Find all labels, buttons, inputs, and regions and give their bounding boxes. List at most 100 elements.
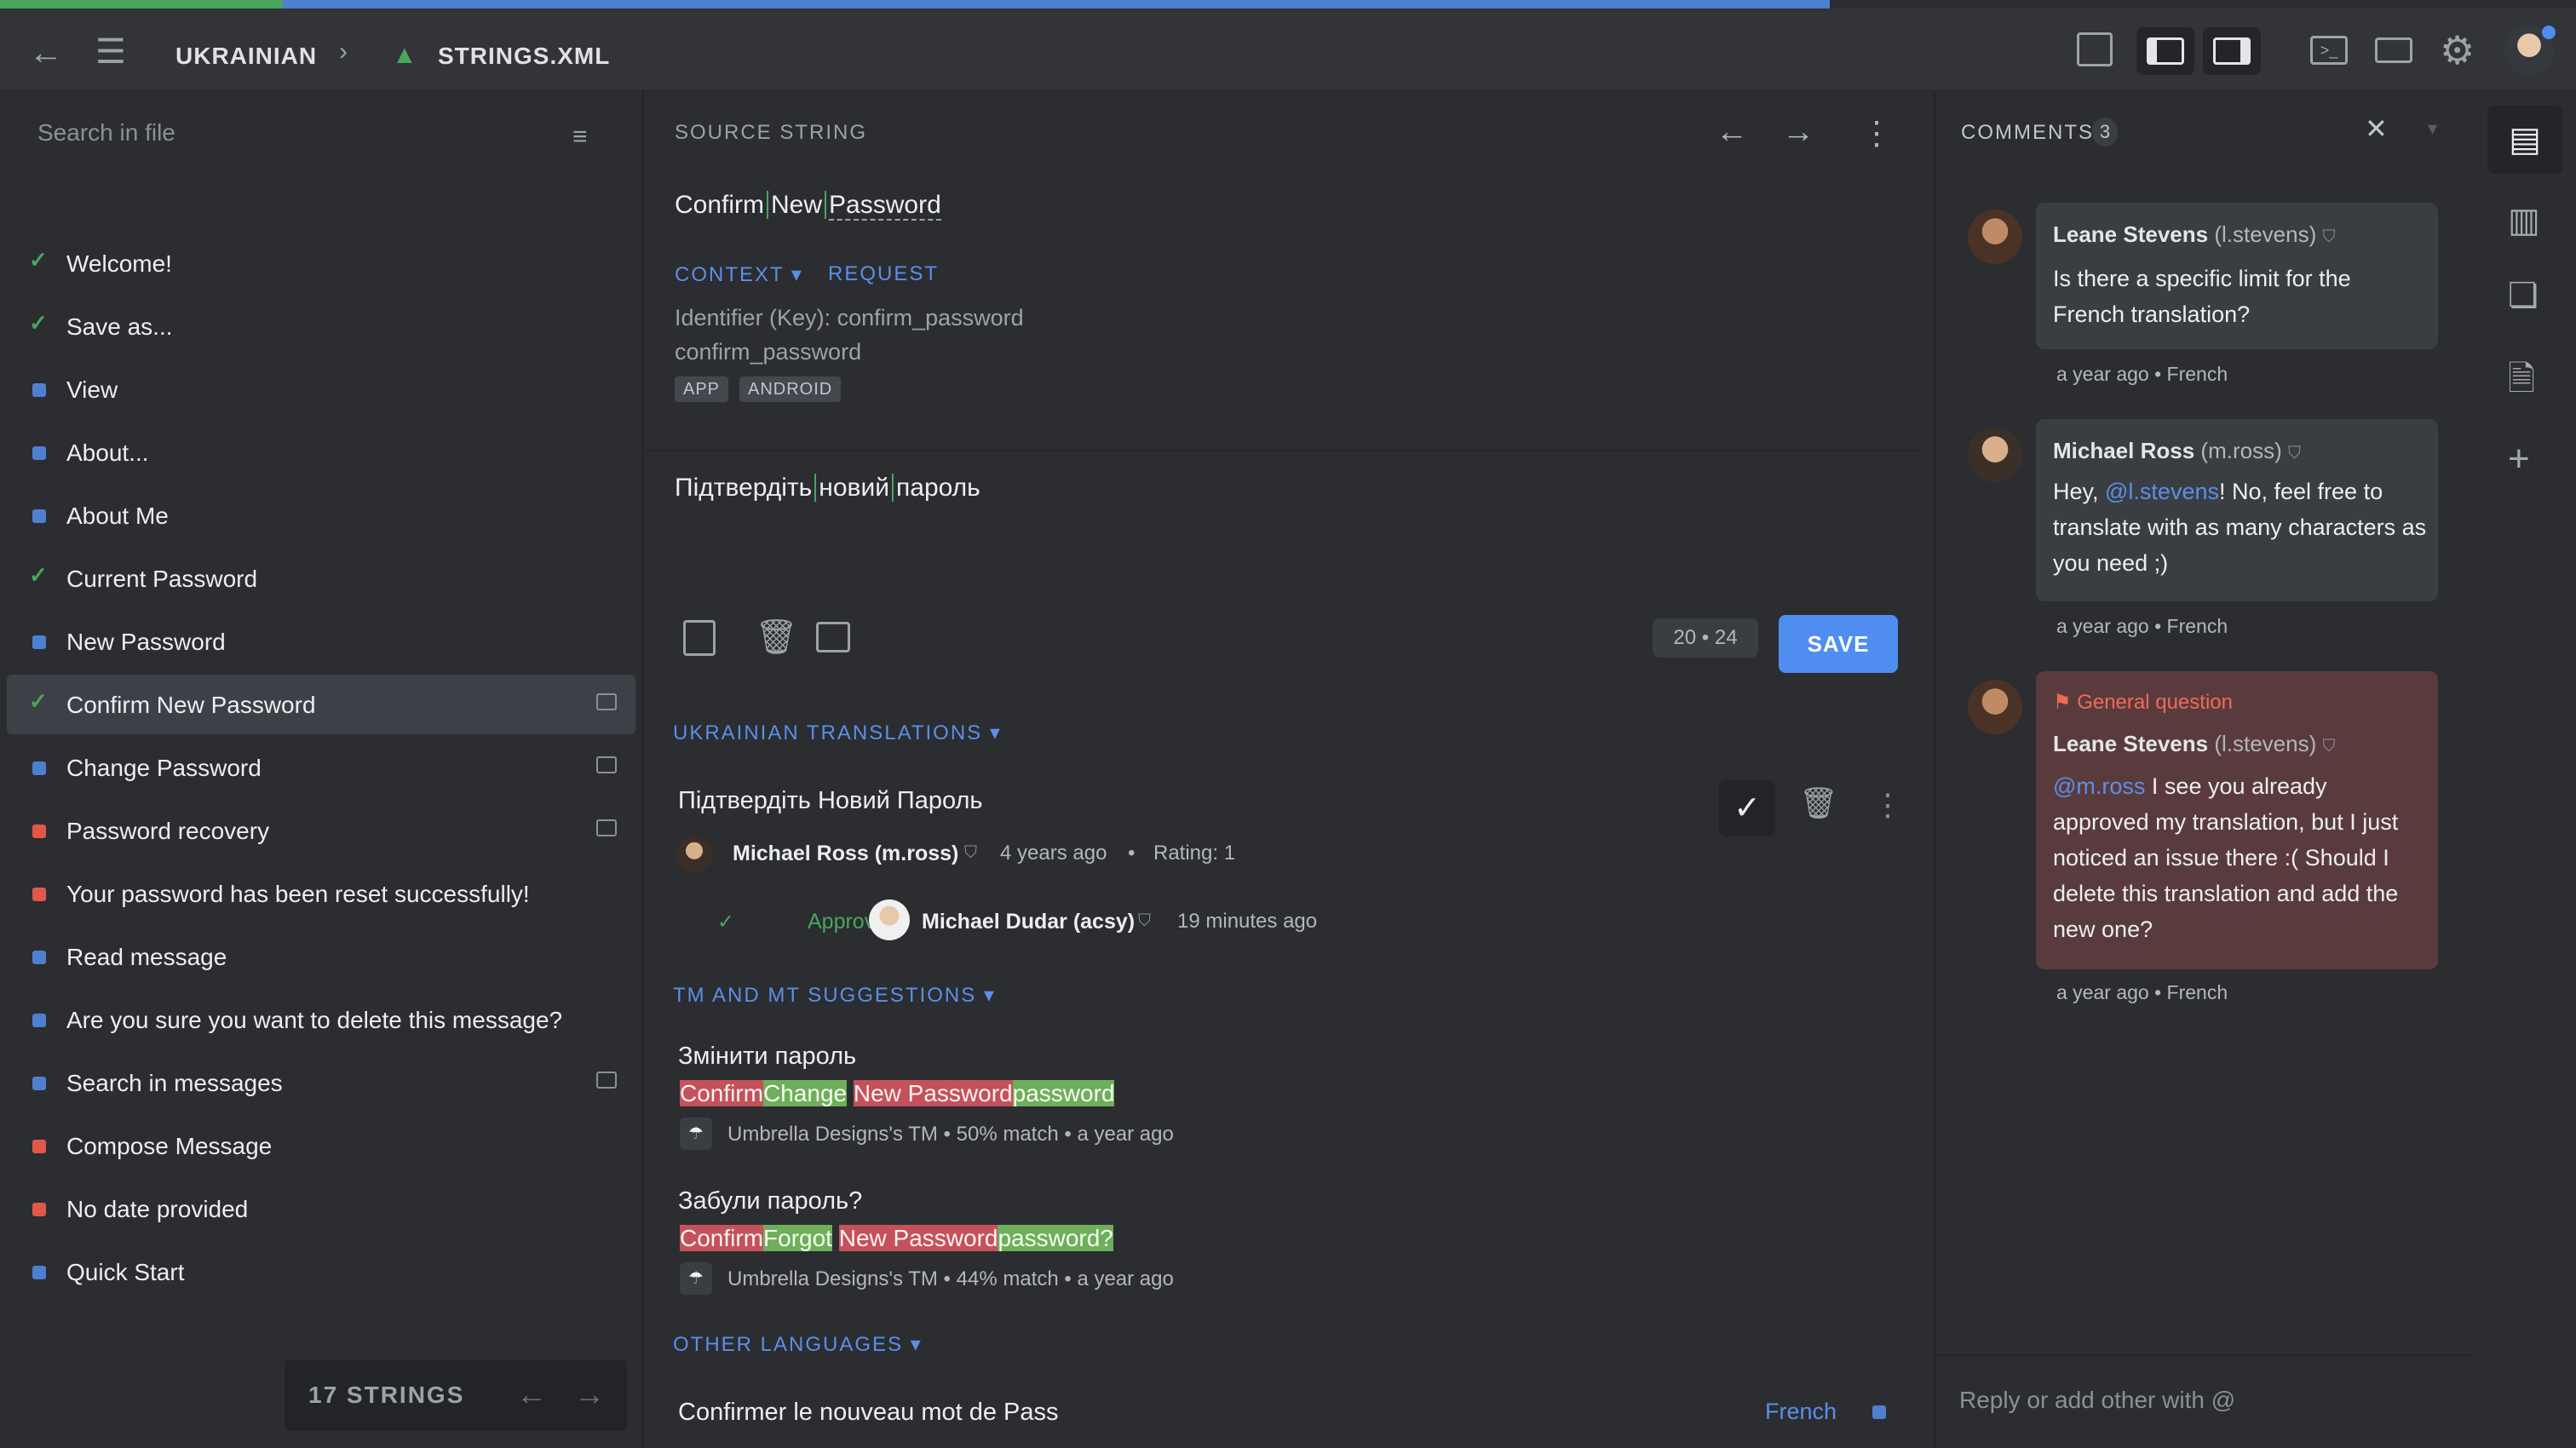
comments-count: 3 — [2092, 118, 2118, 147]
comment-author[interactable]: Leane Stevens (l.stevens) ⛉ — [2053, 731, 2335, 757]
comments-tab-icon[interactable]: ▤ — [2487, 106, 2562, 174]
more-vertical-icon[interactable]: ⋮ — [1872, 787, 1903, 823]
next-arrow-icon[interactable]: → — [1782, 114, 1814, 151]
layout-grid-icon[interactable] — [2077, 32, 2113, 66]
translated-icon — [32, 1014, 46, 1027]
translated-icon — [32, 761, 46, 775]
delete-translation-icon[interactable]: 🗑 — [1799, 785, 1838, 821]
suggestions-section-label[interactable]: TM AND MT SUGGESTIONS ▾ — [673, 983, 996, 1008]
comments-panel: COMMENTS 3 ✕ ▾ Leane Stevens (l.stevens)… — [1934, 92, 2472, 1448]
comment-bubble: Leane Stevens (l.stevens) ⛉ Is there a s… — [2036, 203, 2438, 349]
avatar[interactable] — [2504, 26, 2556, 75]
prev-arrow-icon[interactable]: ← — [1716, 114, 1748, 151]
context-toggle[interactable]: CONTEXT ▾ — [675, 262, 803, 287]
list-item[interactable]: Password recovery — [7, 801, 635, 860]
tm-icon: ☂ — [680, 1262, 712, 1295]
suggestion-text[interactable]: Змінити пароль — [678, 1043, 856, 1071]
comment-text: Hey, @l.stevens! No, feel free to transl… — [2053, 479, 2427, 576]
gear-icon[interactable]: ⚙ — [2440, 27, 2475, 73]
tm-tab-icon[interactable]: ❏ — [2508, 276, 2539, 315]
search-input[interactable]: Search in file — [37, 119, 175, 147]
layout-right-toggle[interactable] — [2203, 27, 2261, 75]
avatar — [869, 899, 910, 940]
list-item[interactable]: Are you sure you want to delete this mes… — [7, 990, 635, 1049]
list-item[interactable]: Search in messages — [7, 1053, 635, 1112]
list-item[interactable]: Change Password — [7, 738, 635, 797]
approved-icon: ✓ — [29, 688, 48, 714]
list-item[interactable]: Quick Start — [7, 1242, 635, 1301]
translations-section-label[interactable]: UKRAINIAN TRANSLATIONS ▾ — [673, 721, 1002, 745]
comment-input[interactable]: Reply or add other with @ — [1959, 1387, 2235, 1414]
pin-icon[interactable]: ✕ — [2365, 112, 2388, 145]
layout-left-toggle[interactable] — [2136, 27, 2194, 75]
top-bar: ← ☰ UKRAINIAN › ▲ STRINGS.XML >_ ⚙ — [0, 9, 2576, 92]
back-arrow-icon[interactable]: ← — [29, 34, 63, 72]
more-vertical-icon[interactable]: ⋮ — [1860, 114, 1893, 152]
comment-icon — [596, 693, 617, 710]
trash-icon[interactable]: 🗑 — [755, 617, 798, 657]
flag-icon: ⚑ — [2053, 691, 2072, 714]
comments-label: COMMENTS — [1961, 121, 2094, 144]
list-item[interactable]: About Me — [7, 486, 635, 545]
translation-input[interactable]: Підтвердіть новий пароль — [675, 474, 980, 503]
list-item[interactable]: ✓ Welcome! — [7, 233, 635, 293]
breadcrumb-file[interactable]: STRINGS.XML — [438, 43, 610, 70]
copy-source-icon[interactable] — [683, 620, 716, 656]
progress-approved — [0, 0, 283, 9]
list-item[interactable]: ✓ Current Password — [7, 549, 635, 608]
untranslated-icon — [32, 1140, 46, 1153]
identifier-text: Identifier (Key): confirm_password — [675, 305, 1024, 330]
comment-meta: a year ago • French — [2056, 981, 2228, 1003]
list-item[interactable]: About... — [7, 422, 635, 482]
file-info-icon[interactable]: 🗎 — [2508, 354, 2535, 412]
menu-icon[interactable]: ☰ — [95, 32, 126, 72]
translated-icon — [32, 1266, 46, 1279]
tag-app: APP — [675, 376, 729, 402]
editor-panel: SOURCE STRING ← → ⋮ Confirm New Password C… — [646, 92, 1932, 1448]
other-languages-section-label[interactable]: OTHER LANGUAGES ▾ — [673, 1332, 923, 1357]
filter-icon[interactable]: ≡ — [572, 123, 605, 152]
list-item[interactable]: Your password has been reset successfull… — [7, 864, 635, 923]
comment-icon — [596, 756, 617, 773]
approved-icon: ✓ — [29, 310, 48, 336]
comment-author[interactable]: Leane Stevens (l.stevens) ⛉ — [2053, 221, 2335, 248]
prev-string-button[interactable]: ← — [516, 1376, 547, 1412]
approver-name[interactable]: Michael Dudar (acsy) — [922, 910, 1135, 934]
list-item[interactable]: Read message — [7, 927, 635, 986]
avatar — [1968, 680, 2022, 734]
comment-meta: a year ago • French — [2056, 363, 2228, 385]
other-language-name[interactable]: French — [1765, 1399, 1837, 1425]
list-item[interactable]: Compose Message — [7, 1116, 635, 1175]
suggestion-text[interactable]: Забули пароль? — [678, 1187, 862, 1215]
list-item[interactable]: No date provided — [7, 1179, 635, 1238]
list-item[interactable]: View — [7, 359, 635, 419]
author-name[interactable]: Michael Ross (m.ross) — [733, 842, 958, 866]
save-button[interactable]: SAVE — [1779, 615, 1898, 673]
translation-time: 4 years ago — [1000, 842, 1107, 865]
comment-author[interactable]: Michael Ross (m.ross) ⛉ — [2053, 438, 2301, 464]
approved-icon: ✓ — [29, 247, 48, 273]
comment-bubble-issue: ⚑ General question Leane Stevens (l.stev… — [2036, 671, 2438, 969]
terminal-icon[interactable]: >_ — [2310, 36, 2348, 65]
request-link[interactable]: REQUEST — [828, 262, 939, 286]
add-icon[interactable]: + — [2508, 438, 2530, 480]
strings-count: 17 STRINGS — [308, 1382, 465, 1408]
list-item-selected[interactable]: ✓ Confirm New Password — [7, 675, 635, 734]
list-item[interactable]: ✓ Save as... — [7, 296, 635, 356]
strings-panel: Search in file ≡ ✓ Welcome! ✓ Save as... V… — [0, 92, 644, 1448]
translated-icon — [32, 446, 46, 460]
translated-icon — [32, 1077, 46, 1090]
split-icon[interactable] — [816, 622, 850, 652]
breadcrumb-language[interactable]: UKRAINIAN — [175, 43, 317, 70]
next-string-button[interactable]: → — [574, 1376, 605, 1412]
untranslated-icon — [32, 1203, 46, 1216]
approve-button[interactable]: ✓ — [1719, 780, 1775, 836]
rating-text: Rating: 1 — [1153, 842, 1236, 865]
comment-icon — [596, 1072, 617, 1089]
list-item[interactable]: New Password — [7, 612, 635, 671]
suggestion-meta: Umbrella Designs's TM • 44% match • a ye… — [727, 1267, 1174, 1290]
chevron-down-icon[interactable]: ▾ — [2428, 118, 2437, 140]
keyboard-icon[interactable] — [2375, 37, 2412, 63]
glossary-icon[interactable]: ▥ — [2508, 201, 2540, 240]
translated-icon — [32, 383, 46, 397]
